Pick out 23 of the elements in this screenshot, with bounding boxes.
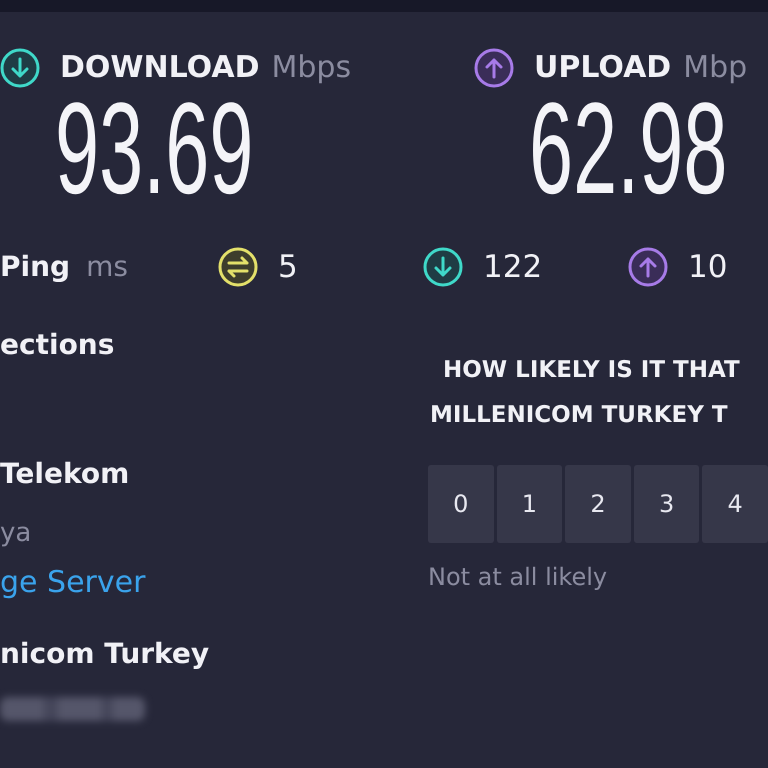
unit-label: Mbp [683,50,748,86]
ping-reading: 122 [483,249,542,285]
rating-button[interactable]: 4 [702,465,768,543]
ping-reading: 10 [688,249,728,285]
speed-value: 62.98 [529,98,728,198]
unit-label: Mbps [271,50,352,86]
survey-question: HOW LIKELY IS IT THAT MILLENICOM TURKEY T [429,356,741,430]
result-label: UPLOAD [534,50,672,86]
location-text: ya [0,517,32,550]
scale-label: Not at all likely [428,563,608,591]
isp-name: Telekom [0,457,130,491]
unit-label: ms [86,250,128,284]
ping-label: Ping [0,250,70,284]
rating-button[interactable]: 3 [634,465,700,543]
rating-button[interactable]: 0 [428,465,494,543]
server-link[interactable]: ge Server [0,566,146,600]
rating-button[interactable]: 1 [496,465,562,543]
result-label: DOWNLOAD [60,50,260,86]
ping-reading: 5 [278,249,298,285]
rating-button[interactable]: 2 [565,465,631,543]
speed-value: 93.69 [55,98,254,198]
section-heading: ections [0,328,114,362]
server-name: nicom Turkey [0,637,210,671]
